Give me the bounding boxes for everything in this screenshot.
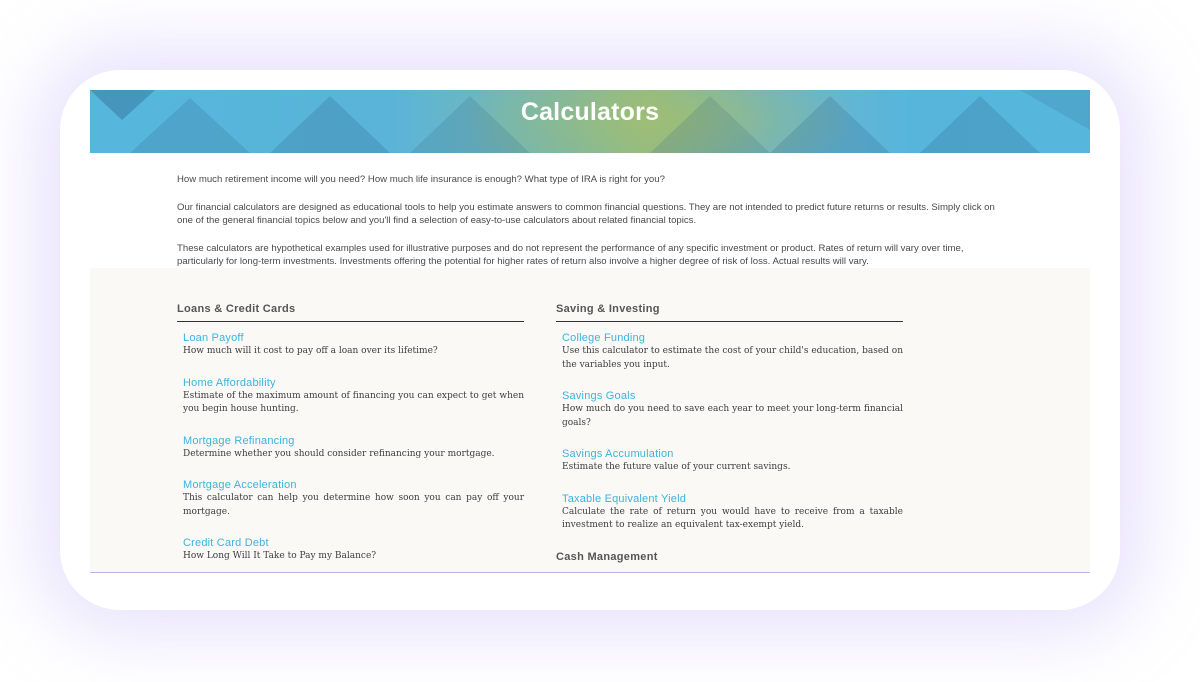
- calculator-list: College Funding Use this calculator to e…: [556, 322, 903, 533]
- section-title-cash-management: Cash Management: [556, 550, 658, 563]
- section-saving: Saving & Investing College Funding Use t…: [556, 303, 903, 569]
- calculator-item: Loan Payoff How much will it cost to pay…: [183, 332, 524, 359]
- calculator-link-savings-goals[interactable]: Savings Goals: [562, 390, 903, 403]
- calculator-item: Mortgage Acceleration This calculator ca…: [183, 479, 524, 519]
- intro-text: How much retirement income will you need…: [90, 153, 1090, 268]
- calculator-item: Mortgage Refinancing Determine whether y…: [183, 435, 524, 462]
- calculator-desc: Estimate the future value of your curren…: [562, 462, 791, 472]
- calculator-list: Loan Payoff How much will it cost to pay…: [177, 322, 524, 564]
- calculator-item: Savings Goals How much do you need to sa…: [562, 390, 903, 430]
- calculator-item: College Funding Use this calculator to e…: [562, 332, 903, 372]
- calculator-item: Credit Card Debt How Long Will It Take t…: [183, 537, 524, 564]
- intro-paragraph: These calculators are hypothetical examp…: [177, 242, 964, 268]
- calculator-desc: Use this calculator to estimate the cost…: [562, 346, 903, 370]
- calculator-item: Savings Accumulation Estimate the future…: [562, 448, 903, 475]
- calculator-link-savings-accumulation[interactable]: Savings Accumulation: [562, 448, 903, 461]
- intro-paragraph: Our financial calculators are designed a…: [177, 201, 995, 227]
- page-frame: Calculators How much retirement income w…: [90, 90, 1090, 573]
- calculator-desc: How much will it cost to pay off a loan …: [183, 346, 438, 356]
- page-title: Calculators: [520, 98, 660, 126]
- calculator-link-loan-payoff[interactable]: Loan Payoff: [183, 332, 524, 345]
- section-title-saving: Saving & Investing: [556, 303, 903, 322]
- calculator-link-taxable-equivalent-yield[interactable]: Taxable Equivalent Yield: [562, 493, 903, 506]
- calculator-link-mortgage-refinancing[interactable]: Mortgage Refinancing: [183, 435, 524, 448]
- section-title-loans: Loans & Credit Cards: [177, 303, 524, 322]
- calculator-desc: How Long Will It Take to Pay my Balance?: [183, 551, 377, 561]
- calculator-link-college-funding[interactable]: College Funding: [562, 332, 903, 345]
- calculator-desc: Calculate the rate of return you would h…: [562, 506, 903, 531]
- hero-banner: Calculators: [90, 90, 1090, 153]
- calculator-desc: Determine whether you should consider re…: [183, 448, 495, 459]
- calculator-desc: This calculator can help you determine h…: [183, 493, 524, 517]
- calculator-link-home-affordability[interactable]: Home Affordability: [183, 377, 524, 390]
- calculator-desc: Estimate of the maximum amount of financ…: [183, 390, 524, 415]
- section-loans: Loans & Credit Cards Loan Payoff How muc…: [177, 303, 524, 572]
- calculator-item: Home Affordability Estimate of the maxim…: [183, 377, 524, 417]
- calculator-item: Taxable Equivalent Yield Calculate the r…: [562, 493, 903, 533]
- intro-paragraph: How much retirement income will you need…: [177, 174, 665, 185]
- calculator-desc: How much do you need to save each year t…: [562, 404, 903, 428]
- calculator-link-credit-card-debt[interactable]: Credit Card Debt: [183, 537, 524, 550]
- calculator-link-mortgage-acceleration[interactable]: Mortgage Acceleration: [183, 479, 524, 492]
